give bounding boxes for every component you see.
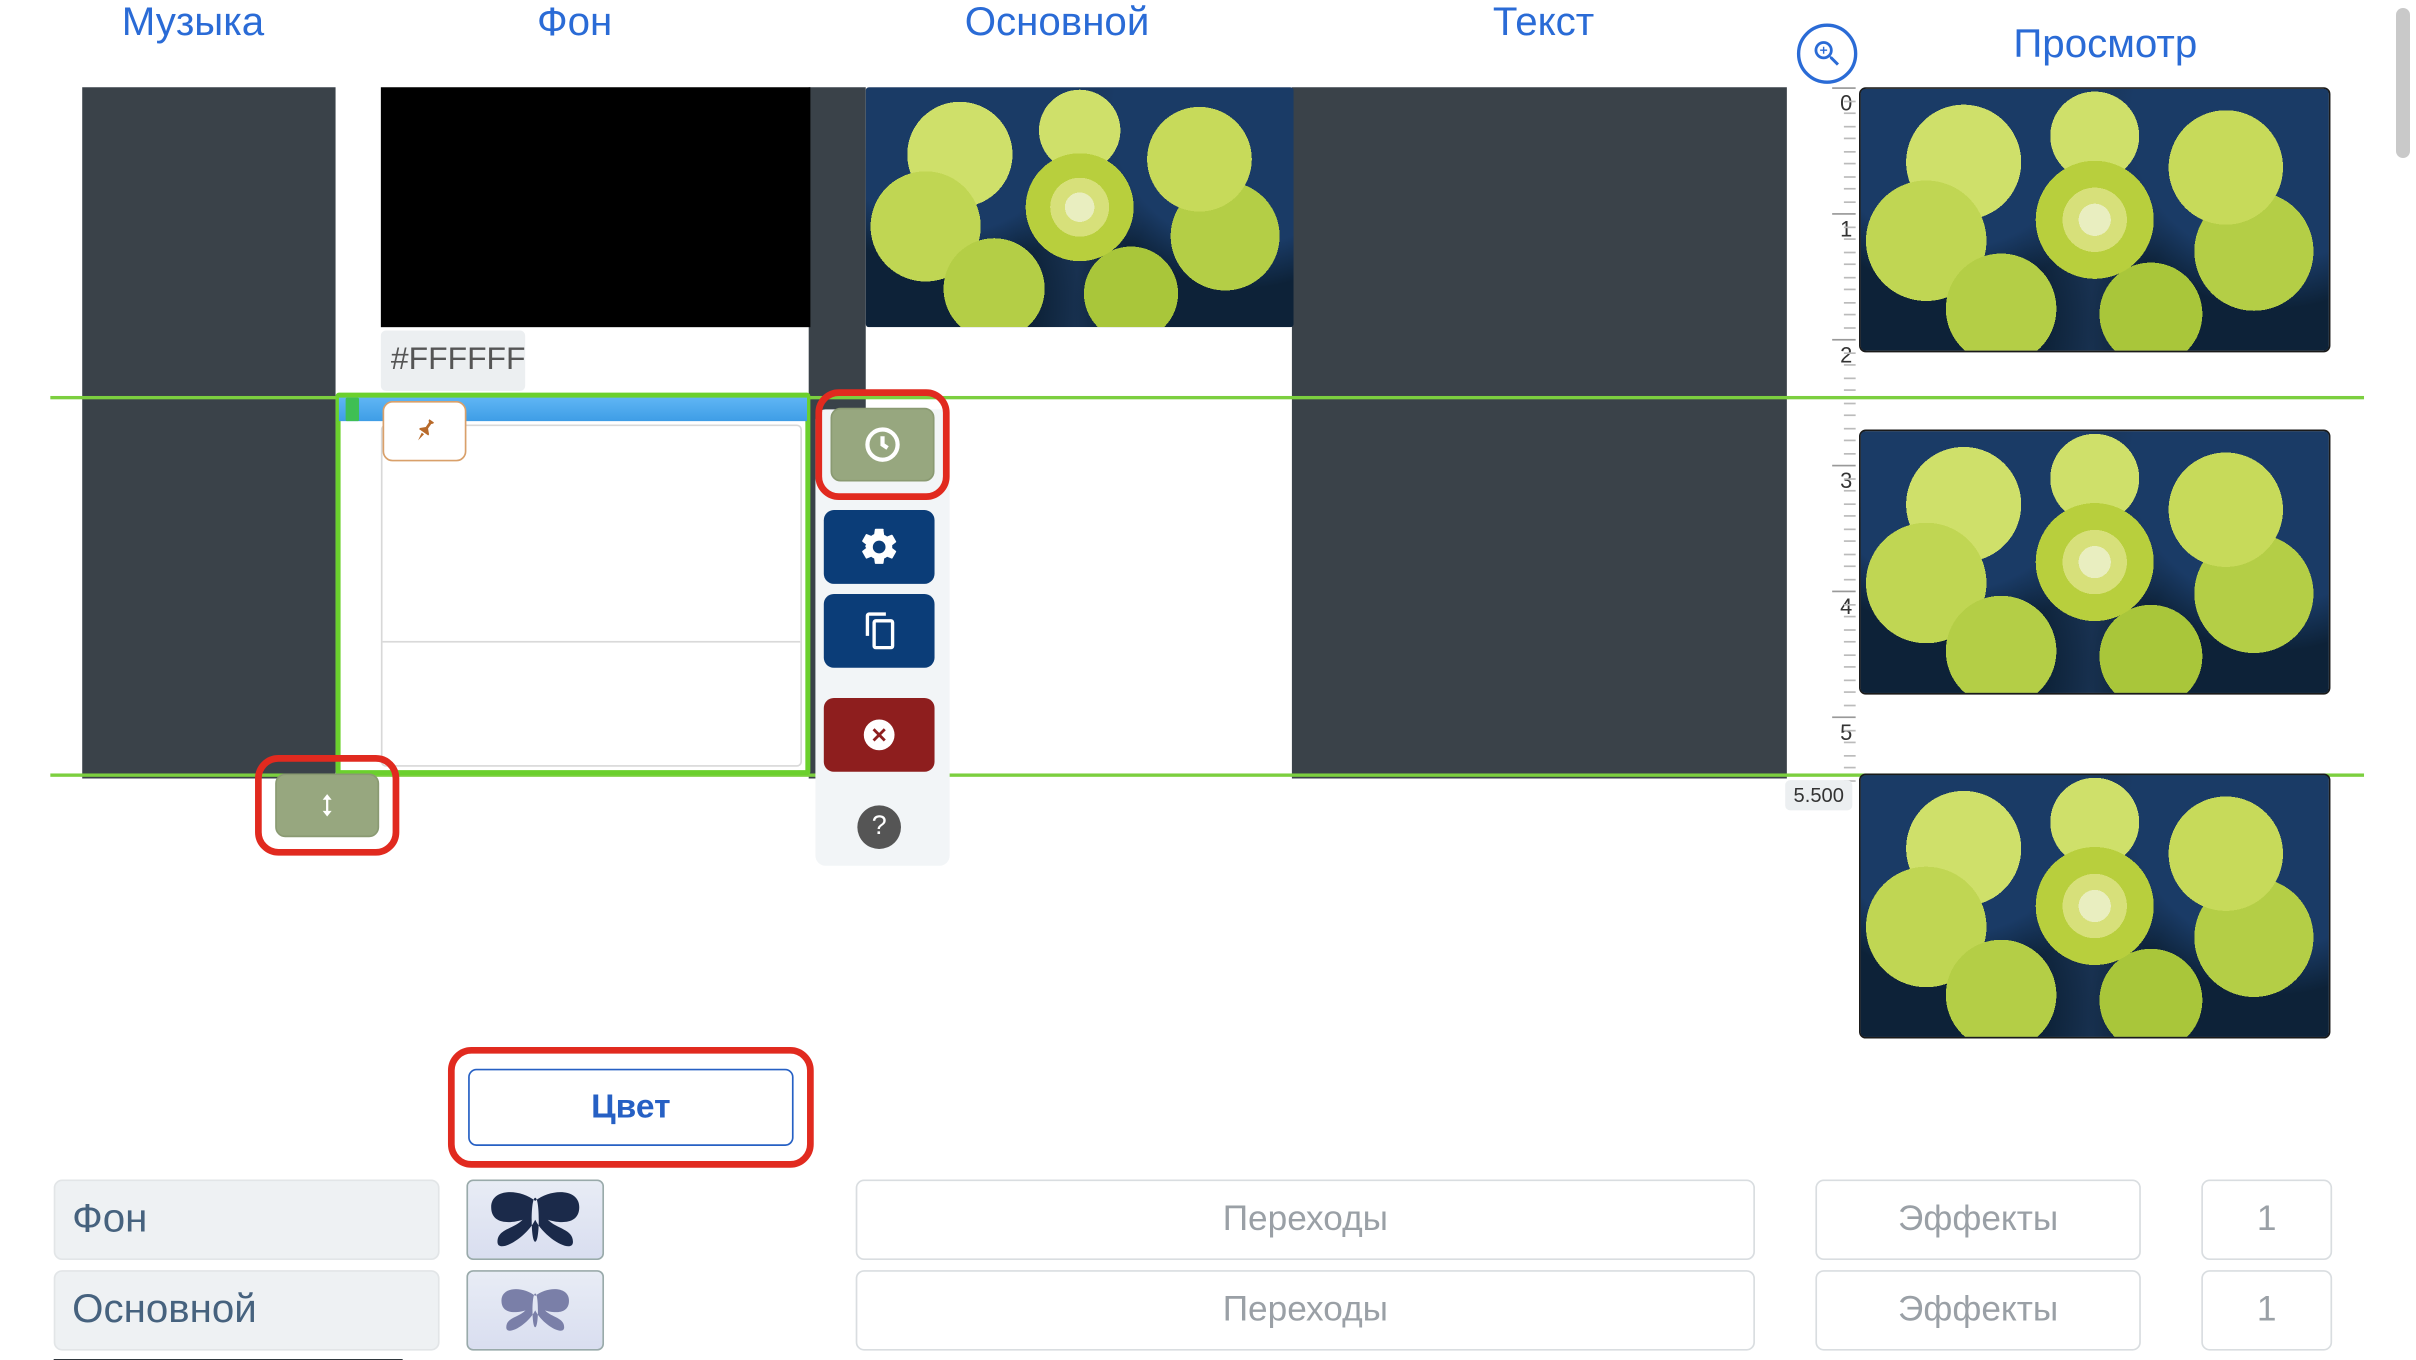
tab-music[interactable]: Музыка [50,0,335,87]
butterfly-icon [485,1186,586,1253]
pin-button[interactable] [383,401,467,461]
delete-button[interactable] [824,698,935,772]
gear-icon [857,525,901,569]
main-image-thumbnail[interactable] [866,87,1294,327]
preview-thumb-2[interactable] [1859,430,2330,695]
layer-label-main[interactable]: Основной [54,1270,440,1351]
transitions-button-main[interactable]: Переходы [856,1270,1755,1351]
tab-text[interactable]: Текст [1300,0,1787,87]
resize-handle-button[interactable] [275,773,379,837]
clock-icon [862,424,902,464]
effects-button-bg[interactable]: Эффекты [1815,1179,2140,1260]
count-field-bg[interactable]: 1 [2201,1179,2332,1260]
highlight-resize [255,755,399,856]
preview-label: Просмотр [2013,22,2197,69]
flower-image [1861,431,2329,693]
highlight-clock [815,389,949,500]
pin-icon [401,408,448,455]
tab-main[interactable]: Основной [814,0,1301,87]
transitions-button-bg[interactable]: Переходы [856,1179,1755,1260]
count-field-main[interactable]: 1 [2201,1270,2332,1351]
flower-image [1861,89,2329,351]
layer-row-main: Основной Переходы Эффекты 1 [54,1270,2336,1351]
preview-thumb-1[interactable] [1859,87,2330,352]
layer-thumb-background[interactable] [466,1179,604,1260]
help-button[interactable]: ? [857,805,901,849]
time-position-chip[interactable]: 5.500 [1785,780,1852,810]
time-ruler: 0 1 2 3 4 5 [1785,87,1855,798]
color-button[interactable]: Цвет [468,1069,793,1146]
layer-row-background: Фон Переходы Эффекты 1 [54,1179,2336,1260]
clip-body[interactable] [381,424,802,766]
settings-button[interactable] [824,510,935,584]
clip-start-grip[interactable] [346,398,359,421]
timeline-track-text[interactable] [1292,87,1787,778]
tab-background[interactable]: Фон [336,0,814,87]
zoom-in-button[interactable] [1797,23,1857,83]
column-tabs: Музыка Фон Основной Текст [50,0,1787,87]
layer-label-background[interactable]: Фон [54,1179,440,1260]
preview-thumb-3[interactable] [1859,773,2330,1038]
flower-image [866,87,1294,327]
action-column: ? [815,389,949,849]
scrollbar-thumb[interactable] [2396,8,2410,158]
timing-button[interactable] [831,408,935,482]
hex-value-chip[interactable]: #FFFFFF [381,331,525,391]
duplicate-button[interactable] [824,594,935,668]
copy-icon [859,611,899,651]
background-color-swatch[interactable] [381,87,811,327]
zoom-in-icon [1810,37,1844,71]
question-icon: ? [872,812,887,842]
layer-thumb-main[interactable] [466,1270,604,1351]
effects-button-main[interactable]: Эффекты [1815,1270,2140,1351]
resize-vertical-icon [314,787,341,824]
timeline-track-music[interactable] [82,87,335,778]
butterfly-icon [497,1282,574,1339]
close-circle-icon [861,716,898,753]
clip-divider [383,641,801,643]
flower-image [1861,775,2329,1037]
highlight-color: Цвет [448,1047,814,1168]
